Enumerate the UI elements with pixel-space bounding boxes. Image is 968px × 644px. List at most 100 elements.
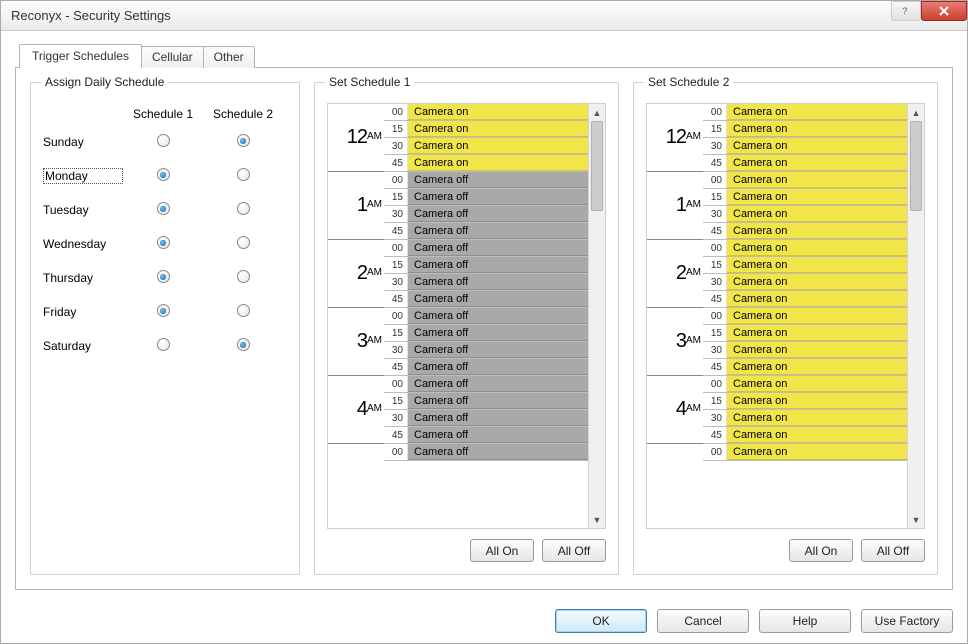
use-factory-button[interactable]: Use Factory [861,609,953,633]
scroll-track[interactable] [908,121,924,511]
schedule1-radio[interactable] [157,202,170,215]
slot-state[interactable]: Camera off [408,189,588,205]
scroll-thumb[interactable] [910,121,922,211]
slot-state[interactable]: Camera on [727,155,907,171]
minute-label: 30 [703,342,727,358]
minute-label: 45 [384,359,408,375]
schedule2-all-off-button[interactable]: All Off [861,539,925,562]
tab-cellular[interactable]: Cellular [141,46,204,68]
schedule2-radio[interactable] [237,338,250,351]
schedule1-slots[interactable]: 00Camera on15Camera on30Camera on45Camer… [384,104,588,528]
minute-label: 15 [703,189,727,205]
slot-state[interactable]: Camera off [408,291,588,307]
schedule2-radio[interactable] [237,304,250,317]
schedule2-radio[interactable] [237,134,250,147]
slot-state[interactable]: Camera on [408,121,588,137]
schedule1-all-off-button[interactable]: All Off [542,539,606,562]
slot-state[interactable]: Camera off [408,376,588,392]
slot-state[interactable]: Camera off [408,223,588,239]
slot-state[interactable]: Camera off [408,359,588,375]
slot-state[interactable]: Camera on [727,240,907,256]
context-help-button[interactable]: ? [891,1,921,21]
slot-state[interactable]: Camera on [727,206,907,222]
ok-button[interactable]: OK [555,609,647,633]
minute-label: 00 [384,240,408,256]
assign-legend: Assign Daily Schedule [41,75,168,89]
schedule2-scrollbar[interactable]: ▲ ▼ [907,104,924,528]
close-button[interactable] [921,1,967,21]
scroll-thumb[interactable] [591,121,603,211]
schedule1-radio-cell [123,134,203,150]
slot-state[interactable]: Camera on [727,308,907,324]
slot-state[interactable]: Camera off [408,393,588,409]
schedule2-radio[interactable] [237,270,250,283]
slot-state[interactable]: Camera on [727,223,907,239]
scroll-track[interactable] [589,121,605,511]
slot-state[interactable]: Camera off [408,410,588,426]
slot-state[interactable]: Camera on [727,121,907,137]
schedule1-radio-cell [123,168,203,184]
schedule2-slots[interactable]: 00Camera on15Camera on30Camera on45Camer… [703,104,907,528]
schedule2-radio[interactable] [237,202,250,215]
slot-state[interactable]: Camera on [727,325,907,341]
slot-state[interactable]: Camera off [408,308,588,324]
schedule2-all-on-button[interactable]: All On [789,539,853,562]
slot-state[interactable]: Camera on [727,393,907,409]
slot-state[interactable]: Camera off [408,172,588,188]
slot-state[interactable]: Camera on [727,444,907,460]
schedule1-radio[interactable] [157,236,170,249]
schedule1-scrollbar[interactable]: ▲ ▼ [588,104,605,528]
slot-state[interactable]: Camera on [727,376,907,392]
minute-label: 30 [703,206,727,222]
slot-state[interactable]: Camera off [408,325,588,341]
cancel-button[interactable]: Cancel [657,609,749,633]
slot-state[interactable]: Camera off [408,240,588,256]
hour-number: 4 [676,398,686,421]
schedule1-radio[interactable] [157,338,170,351]
help-button[interactable]: Help [759,609,851,633]
assign-row: Wednesday [43,233,287,255]
slot-state[interactable]: Camera on [727,257,907,273]
time-slot-row: 30Camera on [703,342,907,359]
schedule1-radio[interactable] [157,134,170,147]
slot-state[interactable]: Camera on [727,359,907,375]
tab-other[interactable]: Other [203,46,255,68]
scroll-down-icon[interactable]: ▼ [908,511,924,528]
slot-state[interactable]: Camera on [727,342,907,358]
assign-header-schedule2: Schedule 2 [203,107,283,121]
schedule1-all-on-button[interactable]: All On [470,539,534,562]
slot-state[interactable]: Camera off [408,427,588,443]
schedule2-table: 12AM1AM2AM3AM4AM 00Camera on15Camera on3… [647,104,907,528]
schedule1-radio[interactable] [157,304,170,317]
time-slot-row: 15Camera on [703,257,907,274]
slot-state[interactable]: Camera on [727,104,907,120]
slot-state[interactable]: Camera off [408,444,588,460]
day-label: Wednesday [43,237,123,251]
slot-state[interactable]: Camera on [408,104,588,120]
slot-state[interactable]: Camera on [408,155,588,171]
minute-label: 45 [703,223,727,239]
slot-state[interactable]: Camera off [408,257,588,273]
schedule2-radio[interactable] [237,236,250,249]
schedule1-radio[interactable] [157,270,170,283]
slot-state[interactable]: Camera on [727,274,907,290]
slot-state[interactable]: Camera on [727,291,907,307]
assign-row: Monday [43,165,287,187]
tab-trigger-schedules[interactable]: Trigger Schedules [19,44,142,68]
slot-state[interactable]: Camera on [727,427,907,443]
slot-state[interactable]: Camera on [727,138,907,154]
slot-state[interactable]: Camera off [408,274,588,290]
slot-state[interactable]: Camera on [408,138,588,154]
slot-state[interactable]: Camera on [727,410,907,426]
scroll-up-icon[interactable]: ▲ [908,104,924,121]
slot-state[interactable]: Camera off [408,206,588,222]
scroll-up-icon[interactable]: ▲ [589,104,605,121]
slot-state[interactable]: Camera on [727,189,907,205]
tab-strip: Trigger Schedules Cellular Other [19,43,953,67]
schedule2-radio[interactable] [237,168,250,181]
schedule1-radio[interactable] [157,168,170,181]
slot-state[interactable]: Camera off [408,342,588,358]
scroll-down-icon[interactable]: ▼ [589,511,605,528]
time-slot-row: 00Camera on [703,240,907,257]
slot-state[interactable]: Camera on [727,172,907,188]
